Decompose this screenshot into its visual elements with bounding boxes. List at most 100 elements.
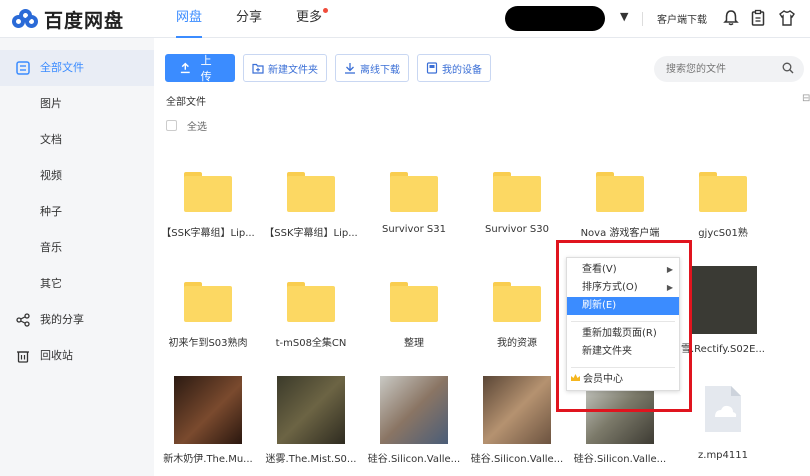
file-name: 新木奶伊.The.Mu...	[163, 454, 253, 465]
file-name: 硅谷.Silicon.Valle...	[470, 454, 564, 465]
folder-icon	[287, 172, 335, 212]
toolbar: 上传 新建文件夹 离线下载 我的设备	[165, 54, 491, 83]
video-file-icon	[705, 386, 741, 432]
sidebar-item-label: 文档	[40, 133, 62, 146]
file-name: z.mp4111	[698, 450, 748, 461]
folder-icon	[390, 172, 438, 212]
sidebar-item-label: 视频	[40, 169, 62, 182]
upload-button[interactable]: 上传	[165, 54, 235, 83]
sidebar-item-docs[interactable]: 文档	[0, 122, 154, 158]
file-item[interactable]: t-mS08全集CN	[259, 270, 363, 370]
offline-download-button[interactable]: 离线下载	[335, 54, 409, 82]
video-thumbnail	[689, 266, 757, 334]
folder-icon	[287, 282, 335, 322]
folder-icon	[596, 172, 644, 212]
sidebar-item-recycle-bin[interactable]: 回收站	[0, 338, 154, 374]
file-item[interactable]: Survivor S31	[362, 160, 466, 260]
file-name: 【SSK字幕组】Lip...	[161, 228, 255, 239]
file-item[interactable]: 硅谷.Silicon.Valle...	[465, 374, 569, 474]
shirt-icon[interactable]	[778, 9, 796, 27]
folder-icon	[493, 172, 541, 212]
file-name: 【SSK字幕组】Lip...	[264, 228, 358, 239]
sidebar-item-label: 回收站	[40, 349, 73, 362]
file-item[interactable]: 整理	[362, 270, 466, 370]
file-name: Survivor S31	[382, 224, 446, 235]
sidebar-item-music[interactable]: 音乐	[0, 230, 154, 266]
video-thumbnail	[277, 376, 345, 444]
file-name: t-mS08全集CN	[275, 338, 347, 349]
folder-plus-icon	[252, 63, 264, 74]
video-thumbnail	[380, 376, 448, 444]
sidebar-item-label: 种子	[40, 205, 62, 218]
folder-icon	[390, 282, 438, 322]
sidebar-item-label: 全部文件	[40, 61, 84, 74]
nav-share[interactable]: 分享	[236, 0, 262, 38]
folder-icon	[184, 172, 232, 212]
top-header: 百度网盘 网盘 分享 更多 ▼ 客户端下载	[0, 0, 810, 38]
share-icon	[16, 313, 30, 327]
files-icon	[16, 61, 30, 75]
select-all-checkbox[interactable]	[166, 120, 177, 131]
client-download-link[interactable]: 客户端下载	[657, 11, 707, 26]
nav-more[interactable]: 更多	[296, 0, 329, 38]
cloud-logo-icon	[12, 8, 38, 31]
my-devices-label: 我的设备	[442, 64, 482, 76]
file-name: 硅谷.Silicon.Valle...	[573, 454, 667, 465]
file-name: 我的资源	[497, 338, 537, 349]
file-item[interactable]: 【SSK字幕组】Lip...	[156, 160, 260, 260]
sidebar: 全部文件 图片 文档 视频 种子 音乐 其它 我的分享 回收站	[0, 38, 154, 476]
bell-icon[interactable]	[722, 9, 740, 27]
file-item[interactable]: 迷雾.The.Mist.S0...	[259, 374, 363, 474]
download-icon	[345, 63, 355, 74]
notification-dot	[323, 8, 329, 13]
file-name: 初来乍到S03熟肉	[168, 338, 248, 349]
sidebar-item-label: 我的分享	[40, 313, 84, 326]
file-item[interactable]: 新木奶伊.The.Mu...	[156, 374, 260, 474]
sidebar-item-label: 音乐	[40, 241, 62, 254]
search-icon[interactable]	[782, 62, 794, 74]
my-devices-button[interactable]: 我的设备	[417, 54, 491, 82]
sidebar-item-my-shares[interactable]: 我的分享	[0, 302, 154, 338]
file-item[interactable]: 我的资源	[465, 270, 569, 370]
sidebar-item-other[interactable]: 其它	[0, 266, 154, 302]
file-item[interactable]: Survivor S30	[465, 160, 569, 260]
file-name: 迷雾.The.Mist.S0...	[265, 454, 357, 465]
view-toggle[interactable]: ⊟	[802, 93, 810, 104]
video-thumbnail	[174, 376, 242, 444]
folder-icon	[184, 282, 232, 322]
file-name: gjycS01熟	[698, 228, 748, 239]
user-avatar[interactable]	[505, 6, 605, 31]
logo[interactable]: 百度网盘	[12, 6, 124, 33]
file-name: Survivor S30	[485, 224, 549, 235]
sidebar-item-videos[interactable]: 视频	[0, 158, 154, 194]
new-folder-label: 新建文件夹	[268, 64, 318, 76]
file-name: Nova 游戏客户端	[580, 228, 660, 239]
upload-label: 上传	[200, 54, 212, 83]
file-name: 整理	[404, 338, 424, 349]
chevron-down-icon[interactable]: ▼	[620, 10, 628, 23]
top-nav: 网盘 分享 更多	[176, 0, 329, 38]
file-item[interactable]: 初来乍到S03熟肉	[156, 270, 260, 370]
device-icon	[426, 62, 438, 74]
divider	[642, 12, 643, 26]
sidebar-item-torrents[interactable]: 种子	[0, 194, 154, 230]
logo-text: 百度网盘	[44, 10, 125, 32]
nav-netdisk[interactable]: 网盘	[176, 0, 203, 38]
clipboard-icon[interactable]	[749, 9, 767, 27]
sidebar-item-images[interactable]: 图片	[0, 86, 154, 122]
offline-download-label: 离线下载	[360, 64, 400, 76]
file-item[interactable]: 硅谷.Silicon.Valle...	[362, 374, 466, 474]
folder-icon	[493, 282, 541, 322]
highlight-annotation-box	[556, 240, 692, 412]
sidebar-item-label: 图片	[40, 97, 62, 110]
new-folder-button[interactable]: 新建文件夹	[243, 54, 327, 82]
file-item[interactable]: 【SSK字幕组】Lip...	[259, 160, 363, 260]
select-all-label: 全选	[187, 122, 207, 133]
select-all[interactable]: 全选	[166, 118, 207, 133]
trash-icon	[17, 351, 29, 363]
file-name: 硅谷.Silicon.Valle...	[367, 454, 461, 465]
sidebar-item-label: 其它	[40, 277, 62, 290]
sidebar-item-all-files[interactable]: 全部文件	[0, 50, 154, 86]
breadcrumb[interactable]: 全部文件	[166, 93, 206, 108]
upload-icon	[180, 62, 190, 74]
